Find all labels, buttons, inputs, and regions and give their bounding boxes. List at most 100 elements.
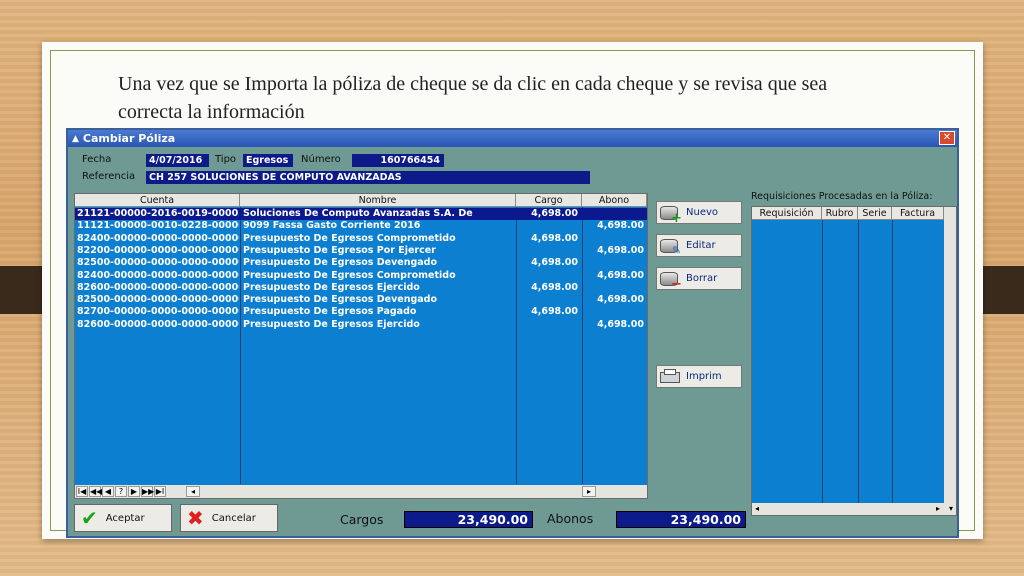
col-cuenta-header[interactable]: Cuenta [75, 194, 240, 207]
cell-abono: 4,698.00 [597, 294, 644, 306]
cell-nombre: Presupuesto De Egresos Ejercido [243, 281, 420, 293]
table-row[interactable]: 82600-00000-0000-0000-000000 Presupuesto … [75, 319, 647, 331]
window-title: Cambiar Póliza [82, 132, 176, 145]
cell-nombre: Presupuesto De Egresos Devengado [243, 294, 438, 306]
cell-cuenta: 11121-00000-0010-0228-000000 [77, 220, 239, 232]
table-row[interactable]: 82500-00000-0000-0000-000000 Presupuesto … [75, 257, 647, 269]
borrar-label: Borrar [686, 273, 718, 284]
imprimir-label: Imprim [686, 371, 722, 382]
fecha-label: Fecha [82, 154, 112, 165]
cell-nombre: Presupuesto De Egresos Ejercido [243, 318, 420, 330]
tipo-label: Tipo [215, 154, 237, 165]
nav-help-icon[interactable]: ? [115, 486, 127, 497]
app-icon: ▲ [72, 133, 79, 144]
horizontal-scrollbar[interactable]: ◂ ▸ ▾ [752, 503, 956, 515]
referencia-label: Referencia [82, 171, 136, 182]
cell-nombre: Soluciones De Computo Avanzadas S.A. De [243, 208, 473, 219]
table-row[interactable]: 82200-00000-0000-0000-000000 Presupuesto … [75, 245, 647, 257]
imprimir-button[interactable]: Imprim [656, 365, 742, 388]
requisiciones-grid: Requisición Rubro Serie Factura ◂ ▸ ▾ [751, 206, 957, 516]
cell-abono: 4,698.00 [597, 220, 644, 232]
cell-abono: 4,698.00 [597, 318, 644, 330]
database-add-icon: + [660, 205, 682, 226]
col-requisicion-header[interactable]: Requisición [752, 207, 822, 220]
cambiar-poliza-window: ▲ Cambiar Póliza ✕ Fecha 4/07/2016 Tipo … [66, 128, 959, 538]
cancel-x-icon: ✖ [187, 506, 204, 530]
database-edit-icon: ✎ [660, 238, 682, 257]
cell-cargo: 4,698.00 [531, 257, 578, 269]
nav-next-icon[interactable]: ▶ [128, 486, 140, 497]
nav-first-icon[interactable]: I◀ [76, 486, 88, 497]
database-delete-icon: − [660, 271, 682, 292]
close-button[interactable]: ✕ [939, 131, 955, 145]
aceptar-button[interactable]: ✔ Aceptar [74, 504, 172, 532]
table-row[interactable]: 82600-00000-0000-0000-000000 Presupuesto … [75, 282, 647, 294]
col-rubro-header[interactable]: Rubro [822, 207, 858, 220]
cell-cuenta: 82200-00000-0000-0000-000000 [77, 244, 239, 256]
table-row[interactable]: 82700-00000-0000-0000-000000 Presupuesto … [75, 306, 647, 318]
nuevo-label: Nuevo [686, 207, 719, 218]
cell-nombre: Presupuesto De Egresos Por Ejercer [243, 244, 436, 256]
cell-cuenta: 82400-00000-0000-0000-000000 [77, 232, 239, 244]
cargos-total: 23,490.00 [404, 511, 533, 528]
cell-nombre: 9099 Fassa Gasto Corriente 2016 [243, 220, 421, 232]
cell-cuenta: 82500-00000-0000-0000-000000 [77, 294, 239, 306]
editar-label: Editar [686, 240, 716, 251]
cell-cargo: 4,698.00 [531, 281, 578, 293]
grid-navigator: I◀ ◀◀ ◀ ? ▶ ▶▶ ▶I ◂ ▸ [75, 485, 647, 498]
cell-cargo: 4,698.00 [531, 232, 578, 244]
abonos-total: 23,490.00 [616, 511, 746, 528]
tipo-field[interactable]: Egresos [243, 154, 293, 167]
checkmark-icon: ✔ [81, 506, 98, 530]
table-row[interactable]: 11121-00000-0010-0228-000000 9099 Fassa G… [75, 220, 647, 232]
horizontal-scrollbar[interactable] [201, 486, 581, 497]
aceptar-label: Aceptar [105, 512, 145, 524]
nav-prev-icon[interactable]: ◀ [102, 486, 114, 497]
cell-cuenta: 21121-00000-2016-0019-000037 [77, 208, 239, 219]
referencia-field[interactable]: CH 257 SOLUCIONES DE COMPUTO AVANZADAS [146, 171, 590, 184]
fecha-field[interactable]: 4/07/2016 [146, 154, 209, 167]
scroll-left-icon[interactable]: ◂ [186, 486, 200, 497]
cancelar-label: Cancelar [211, 512, 256, 524]
borrar-button[interactable]: − Borrar [656, 267, 742, 292]
col-serie-header[interactable]: Serie [858, 207, 892, 220]
nav-last-icon[interactable]: ▶I [154, 486, 166, 497]
cell-abono: 4,698.00 [597, 269, 644, 281]
col-factura-header[interactable]: Factura [892, 207, 944, 220]
cell-cuenta: 82400-00000-0000-0000-000000 [77, 269, 239, 281]
cell-nombre: Presupuesto De Egresos Comprometido [243, 232, 456, 244]
requisiciones-title: Requisiciones Procesadas en la Póliza: [751, 191, 933, 202]
cell-nombre: Presupuesto De Egresos Pagado [243, 306, 417, 318]
nav-next-page-icon[interactable]: ▶▶ [141, 486, 154, 497]
vertical-scrollbar[interactable] [944, 207, 956, 503]
col-cargo-header[interactable]: Cargo [516, 194, 582, 207]
cargos-label: Cargos [340, 512, 384, 527]
window-titlebar: ▲ Cambiar Póliza [68, 130, 957, 147]
grid-divider [822, 220, 823, 503]
poliza-grid: Cuenta Nombre Cargo Abono 21121-00000-20… [74, 193, 648, 499]
col-abono-header[interactable]: Abono [582, 194, 647, 207]
table-row[interactable]: 82500-00000-0000-0000-000000 Presupuesto … [75, 294, 647, 306]
table-row[interactable]: 21121-00000-2016-0019-000037 Soluciones D… [75, 208, 647, 221]
cell-cuenta: 82700-00000-0000-0000-000000 [77, 306, 239, 318]
table-row[interactable]: 82400-00000-0000-0000-000000 Presupuesto … [75, 233, 647, 245]
cell-cargo: 4,698.00 [531, 306, 578, 318]
grid-divider [858, 220, 859, 503]
col-nombre-header[interactable]: Nombre [240, 194, 516, 207]
scroll-right-icon[interactable]: ▸ [582, 486, 596, 497]
nuevo-button[interactable]: + Nuevo [656, 201, 742, 226]
numero-label: Número [301, 154, 341, 165]
nav-prev-page-icon[interactable]: ◀◀ [89, 486, 102, 497]
slide-caption: Una vez que se Importa la póliza de cheq… [118, 73, 828, 123]
printer-icon [660, 368, 682, 385]
cell-nombre: Presupuesto De Egresos Comprometido [243, 269, 456, 281]
grid-divider [892, 220, 893, 503]
cell-nombre: Presupuesto De Egresos Devengado [243, 257, 438, 269]
numero-field[interactable]: 160766454 [352, 154, 444, 167]
table-row[interactable]: 82400-00000-0000-0000-000000 Presupuesto … [75, 270, 647, 282]
cancelar-button[interactable]: ✖ Cancelar [180, 504, 278, 532]
cell-cuenta: 82600-00000-0000-0000-000000 [77, 281, 239, 293]
cell-cuenta: 82500-00000-0000-0000-000000 [77, 257, 239, 269]
editar-button[interactable]: ✎ Editar [656, 234, 742, 257]
cell-abono: 4,698.00 [597, 244, 644, 256]
